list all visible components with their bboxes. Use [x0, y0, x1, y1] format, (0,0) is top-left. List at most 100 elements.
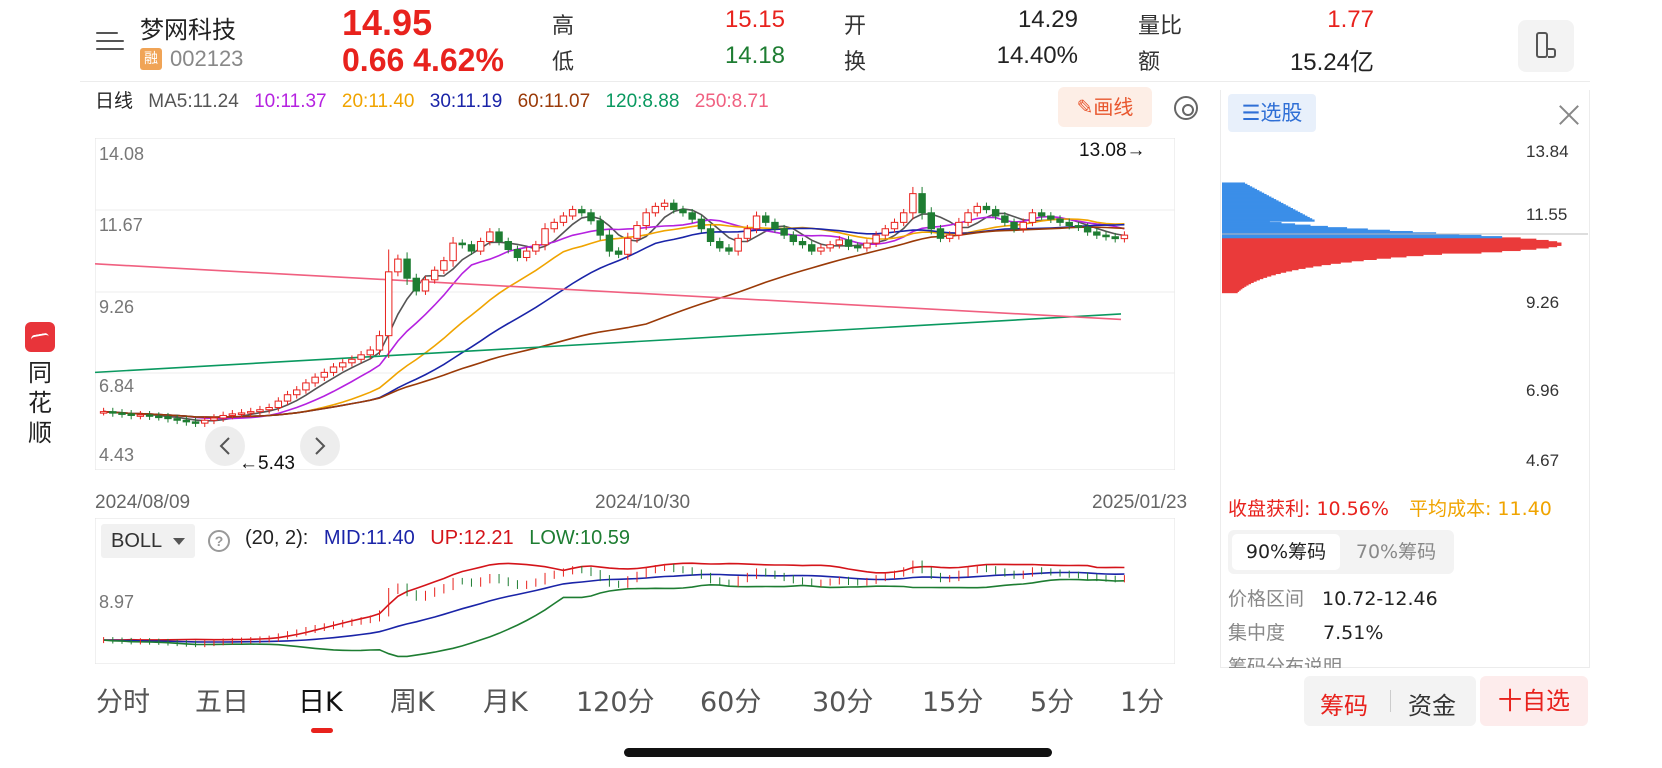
menu-icon[interactable] [96, 30, 124, 52]
candle-body [863, 242, 871, 249]
candle-body [927, 212, 935, 230]
candle-body [789, 234, 798, 243]
chips-button[interactable]: 筹码 [1320, 686, 1368, 721]
chip-tabs: 90%筹码 70%筹码 [1228, 530, 1454, 574]
boll-chart[interactable]: 8.97 [95, 518, 1175, 664]
candle-body [109, 411, 117, 414]
candle-body [1037, 212, 1046, 217]
phone-icon [1536, 32, 1548, 58]
brand-char-1: 同 [28, 359, 52, 387]
candle-body [403, 258, 411, 279]
candle-body [99, 411, 108, 414]
stock-screener-button[interactable]: ☰选股 [1228, 94, 1316, 132]
candle-body [1093, 231, 1101, 236]
ma10-value: 10:11.37 [254, 91, 327, 112]
app-logo-icon [25, 322, 55, 352]
candle-body [633, 225, 641, 239]
scroll-right-button[interactable] [300, 426, 340, 466]
chip-note-row[interactable]: 筹码分布说明 [1228, 652, 1342, 668]
candle-body [1028, 212, 1037, 223]
draw-line-button[interactable]: ✎画线 [1058, 87, 1152, 127]
tab-intraday[interactable]: 分时 [96, 680, 150, 719]
ma-legend: 日线 MA5:11.24 10:11.37 20:11.40 30:11.19 … [95, 86, 779, 113]
tab-1min[interactable]: 1分 [1120, 680, 1164, 719]
ma120-value: 120:8.88 [605, 91, 680, 112]
period-label: 日线 [95, 91, 134, 112]
candle-body [541, 228, 549, 246]
amount-value: 15.24亿 [1289, 49, 1374, 76]
date-label-mid: 2024/10/30 [595, 492, 691, 513]
open-label: 开 [844, 14, 867, 39]
tab-15min[interactable]: 15分 [922, 680, 983, 719]
kline-chart[interactable]: 14.08 11.67 9.26 6.84 4.43 13.08→ ←5.43 [95, 138, 1175, 470]
price-range-label: 价格区间 [1228, 588, 1305, 610]
tab-daily-k[interactable]: 日K [298, 680, 343, 719]
tab-chip-70[interactable]: 70%筹码 [1342, 534, 1450, 570]
profit-label: 收盘获利: [1228, 498, 1311, 520]
scroll-left-button[interactable] [205, 426, 245, 466]
candle-body [283, 394, 292, 402]
price-change: 0.66 4.62% [342, 42, 504, 78]
tab-30min[interactable]: 30分 [812, 680, 873, 719]
tab-five-day[interactable]: 五日 [195, 680, 249, 719]
candle-body [458, 242, 466, 246]
y-label-4: 6.84 [99, 376, 134, 396]
brand-char-2: 花 [28, 389, 52, 417]
candle-body [476, 241, 485, 252]
tab-weekly-k[interactable]: 周K [390, 680, 435, 719]
close-icon[interactable] [1558, 104, 1580, 126]
candle-body [1083, 226, 1092, 233]
landscape-toggle-button[interactable] [1518, 20, 1574, 72]
candle-body [375, 335, 384, 351]
current-price: 14.95 [342, 2, 433, 43]
candle-body [734, 237, 742, 252]
ma20-value: 20:11.40 [341, 91, 415, 112]
tab-60min[interactable]: 60分 [700, 680, 761, 719]
high-marker: 13.08→ [1079, 140, 1146, 161]
candle-body [716, 241, 724, 249]
concentration-value: 7.51% [1323, 622, 1384, 644]
low-value: 14.18 [724, 42, 785, 69]
candle-body [798, 241, 807, 246]
candle-body [688, 212, 696, 220]
candle-body [578, 209, 586, 214]
candle-body [808, 244, 816, 252]
candle-body [412, 277, 420, 292]
candle-body [587, 212, 595, 222]
candle-body [467, 244, 476, 252]
tab-monthly-k[interactable]: 月K [483, 680, 528, 719]
candle-body [384, 271, 393, 337]
candle-body [1056, 218, 1064, 223]
candle-body [936, 228, 945, 239]
candle-body [329, 366, 338, 373]
candle-body [311, 376, 319, 384]
candle-body [706, 228, 715, 243]
home-indicator [624, 748, 1052, 757]
candle-body [430, 269, 439, 281]
ma60-value: 60:11.07 [517, 91, 591, 112]
candle-body [228, 413, 237, 416]
add-watchlist-button[interactable]: 十自选 [1480, 676, 1588, 726]
settings-icon[interactable] [1174, 96, 1198, 120]
tab-5min[interactable]: 5分 [1030, 680, 1074, 719]
boll-low-line [103, 578, 1125, 658]
avg-cost-label: 平均成本: [1408, 498, 1492, 520]
candle-body [191, 421, 200, 424]
candle-body [899, 212, 908, 223]
candle-body [513, 248, 522, 258]
stock-name[interactable]: 梦网科技 [140, 10, 236, 45]
candle-body [449, 242, 457, 262]
candle-body [127, 413, 135, 416]
candle-body [844, 239, 853, 247]
tab-chip-90[interactable]: 90%筹码 [1232, 534, 1340, 570]
candle-body [504, 241, 512, 250]
app-brand: 同 花 顺 [18, 322, 62, 448]
turnover-value: 14.40% [996, 42, 1078, 69]
candle-body [1010, 221, 1018, 230]
chip-note-label: 筹码分布说明 [1228, 656, 1343, 668]
candle-body [145, 414, 154, 417]
tab-120min[interactable]: 120分 [576, 680, 655, 719]
funds-button[interactable]: 资金 [1408, 686, 1456, 721]
candle-body [274, 400, 283, 408]
candle-body [945, 234, 954, 239]
